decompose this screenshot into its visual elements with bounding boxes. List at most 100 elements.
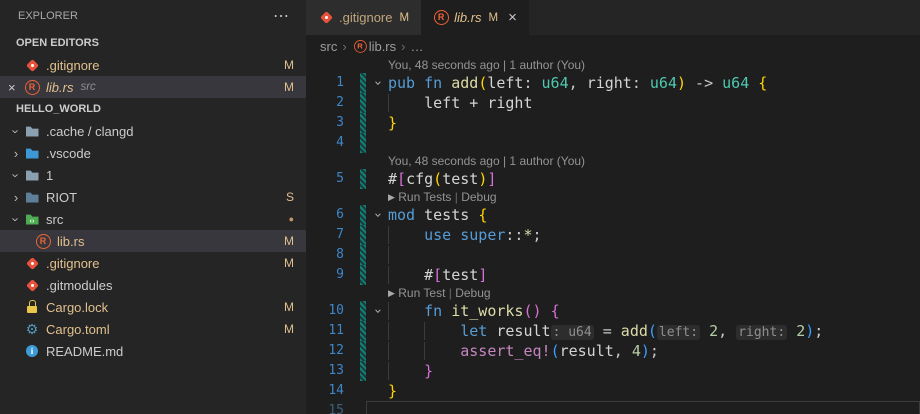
tree-item-riot[interactable]: ›RIOTS	[0, 186, 306, 208]
fold-spacer	[366, 341, 388, 361]
chevron-right-icon[interactable]: ›	[8, 190, 24, 205]
tree-item--gitmodules[interactable]: .gitmodules	[0, 274, 306, 296]
line-number[interactable]: 1	[306, 73, 352, 93]
inlay-hint: : u64	[551, 325, 594, 340]
code-line[interactable]: }	[366, 113, 920, 133]
chevron-down-icon[interactable]: ›	[9, 167, 24, 183]
tree-item-label: .vscode	[46, 146, 91, 161]
tree-item-readme-md[interactable]: README.md	[0, 340, 306, 362]
chevron-right-icon[interactable]: ›	[8, 146, 24, 161]
more-actions-icon[interactable]: ⋯	[273, 6, 290, 26]
breadcrumb-item[interactable]: src	[320, 39, 337, 54]
line-number[interactable]: 11	[306, 321, 352, 341]
line-number[interactable]: 4	[306, 133, 352, 153]
line-number[interactable]: 2	[306, 93, 352, 113]
code-line[interactable]: ›pub fn add(left: u64, right: u64) -> u6…	[366, 73, 920, 93]
tree-item-1[interactable]: ›1	[0, 164, 306, 186]
lock-icon	[24, 299, 40, 315]
fold-chevron-down-icon[interactable]: ›	[367, 204, 387, 226]
code-line[interactable]	[366, 245, 920, 265]
line-number[interactable]: 12	[306, 341, 352, 361]
codelens-row: ▶ Run Tests | Debug	[306, 189, 920, 205]
line-number[interactable]: 14	[306, 381, 352, 401]
chevron-down-icon[interactable]: ›	[9, 211, 24, 227]
code-token	[388, 302, 424, 320]
code-line[interactable]: left + right	[366, 93, 920, 113]
breadcrumb-item[interactable]: lib.rs	[352, 38, 396, 54]
tree-item--gitignore[interactable]: .gitignoreM	[0, 252, 306, 274]
fold-chevron-down-icon[interactable]: ›	[367, 300, 387, 322]
codelens-link[interactable]: Run Tests	[398, 189, 451, 205]
codelens-link[interactable]: Debug	[461, 189, 496, 205]
code-token: ]	[487, 170, 496, 188]
code-line[interactable]: ›mod tests {	[366, 205, 920, 225]
tree-item-cargo-lock[interactable]: Cargo.lockM	[0, 296, 306, 318]
code-line[interactable]: › fn it_works() {	[366, 301, 920, 321]
modified-badge: M	[284, 80, 294, 94]
open-editor-item[interactable]: .gitignoreM	[0, 54, 306, 76]
rust-icon	[353, 39, 367, 53]
code-line[interactable]: }	[366, 381, 920, 401]
tree-item-src[interactable]: ›src●	[0, 208, 306, 230]
tree-item-label: README.md	[46, 344, 123, 359]
open-editors-header[interactable]: OPEN EDITORS	[0, 32, 306, 54]
codelens-text[interactable]: You, 48 seconds ago | 1 author (You)	[388, 57, 585, 73]
line-number[interactable]: 9	[306, 265, 352, 285]
line-number[interactable]: 10	[306, 301, 352, 321]
code-line-row: 1 ›pub fn add(left: u64, right: u64) -> u…	[306, 73, 920, 93]
codelens-link[interactable]: Run Test	[398, 285, 445, 301]
code-line[interactable]	[366, 133, 920, 153]
tree-item--vscode[interactable]: › .vscode	[0, 142, 306, 164]
gutter: 4	[306, 133, 366, 153]
code-line[interactable]	[366, 401, 920, 414]
line-number[interactable]: 15	[306, 401, 352, 414]
code-token: cfg	[406, 170, 433, 188]
line-number[interactable]: 7	[306, 225, 352, 245]
code-token	[700, 322, 709, 340]
fold-spacer	[366, 113, 388, 133]
gutter: 13	[306, 361, 366, 381]
code-token: u64	[542, 74, 569, 92]
tree-item--cache-clangd[interactable]: ›.cache / clangd	[0, 120, 306, 142]
line-number[interactable]: 5	[306, 169, 352, 189]
tab--gitignore[interactable]: .gitignoreM	[306, 0, 421, 35]
modified-badge: M	[399, 12, 409, 24]
breadcrumb-label: lib.rs	[369, 39, 396, 54]
explorer-title: EXPLORER	[18, 10, 78, 22]
line-number[interactable]: 3	[306, 113, 352, 133]
code-line[interactable]: }	[366, 361, 920, 381]
code-line[interactable]: #[test]	[366, 265, 920, 285]
code-text: pub fn add(left: u64, right: u64) -> u64…	[388, 73, 767, 93]
fold-spacer	[366, 169, 388, 189]
code-token: (	[433, 170, 442, 188]
open-editor-label: .gitignore	[46, 58, 99, 73]
tab-lib-rs[interactable]: lib.rsM×	[421, 0, 529, 35]
tab-label: lib.rs	[454, 10, 481, 25]
open-editor-item[interactable]: ×lib.rssrcM	[0, 76, 306, 98]
code-line[interactable]: let result: u64 = add(left: 2, right: 2)…	[366, 321, 920, 341]
tree-item-lib-rs[interactable]: lib.rsM	[0, 230, 306, 252]
code-editor[interactable]: You, 48 seconds ago | 1 author (You)1›pu…	[306, 57, 920, 414]
tree-item-cargo-toml[interactable]: Cargo.tomlM	[0, 318, 306, 340]
codelens-text[interactable]: You, 48 seconds ago | 1 author (You)	[388, 153, 585, 169]
fold-chevron-down-icon[interactable]: ›	[367, 72, 387, 94]
code-line-row: 3}	[306, 113, 920, 133]
line-number[interactable]: 6	[306, 205, 352, 225]
code-token: it_works	[451, 302, 523, 320]
breadcrumb-item[interactable]: …	[410, 39, 423, 54]
codelens-text: |	[445, 285, 455, 301]
line-number[interactable]: 13	[306, 361, 352, 381]
line-number[interactable]: 8	[306, 245, 352, 265]
code-line[interactable]: assert_eq!(result, 4);	[366, 341, 920, 361]
code-token: )	[805, 322, 814, 340]
codelens-link[interactable]: Debug	[455, 285, 490, 301]
close-icon[interactable]: ×	[508, 9, 517, 26]
code-token: ;	[814, 322, 823, 340]
close-icon[interactable]: ×	[8, 80, 24, 95]
breadcrumb-label: …	[410, 39, 423, 54]
chevron-down-icon[interactable]: ›	[9, 123, 24, 139]
code-line[interactable]: use super::*;	[366, 225, 920, 245]
workspace-header[interactable]: HELLO_WORLD	[0, 98, 306, 120]
gutter: 15	[306, 401, 366, 414]
code-line[interactable]: #[cfg(test)]	[366, 169, 920, 189]
